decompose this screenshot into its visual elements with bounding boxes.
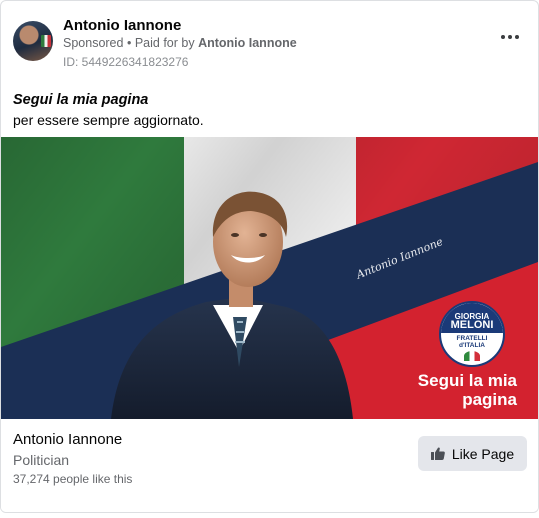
ad-creative-image[interactable]: Antonio Iannone GIORGIA MELONI FRATELLI …: [1, 137, 538, 419]
logo-line-3a: FRATELLI: [456, 335, 488, 342]
page-name-link[interactable]: Antonio Iannone: [63, 17, 181, 34]
sponsored-label: Sponsored: [63, 36, 124, 50]
flag-pin-icon: [41, 35, 51, 47]
paid-for-prefix: Paid for by: [134, 36, 195, 50]
like-page-label: Like Page: [451, 445, 515, 462]
paid-for-name: Antonio Iannone: [198, 36, 297, 50]
logo-line-3: FRATELLI d'ITALIA: [441, 335, 503, 349]
footer-likes-count: 37,274 people like this: [13, 472, 133, 486]
footer-page-name[interactable]: Antonio Iannone: [13, 431, 122, 448]
post-text: Segui la mia pagina per essere sempre ag…: [13, 90, 204, 130]
post-header: Antonio Iannone Sponsored • Paid for by …: [13, 17, 528, 73]
thumbs-up-icon: [430, 447, 445, 460]
logo-line-2: MELONI: [450, 319, 494, 331]
more-options-icon[interactable]: [498, 29, 522, 45]
logo-line-3b: d'ITALIA: [459, 342, 485, 349]
post-headline: Segui la mia pagina: [13, 92, 149, 108]
like-page-button[interactable]: Like Page: [418, 436, 527, 471]
post-body: per essere sempre aggiornato.: [13, 112, 204, 128]
ad-card: Antonio Iannone Sponsored • Paid for by …: [0, 0, 539, 513]
sponsored-line: Sponsored • Paid for by Antonio Iannone: [63, 36, 297, 50]
creative-cta-text: Segui la mia pagina: [417, 371, 517, 409]
footer-category: Politician: [13, 452, 70, 468]
page-avatar[interactable]: [13, 21, 53, 61]
ad-footer: Antonio Iannone Politician 37,274 people…: [1, 419, 538, 512]
separator-dot: •: [126, 36, 132, 50]
party-logo: GIORGIA MELONI FRATELLI d'ITALIA: [439, 301, 505, 367]
tricolor-flame-icon: [464, 351, 480, 361]
ad-id: ID: 5449226341823276: [63, 55, 189, 69]
